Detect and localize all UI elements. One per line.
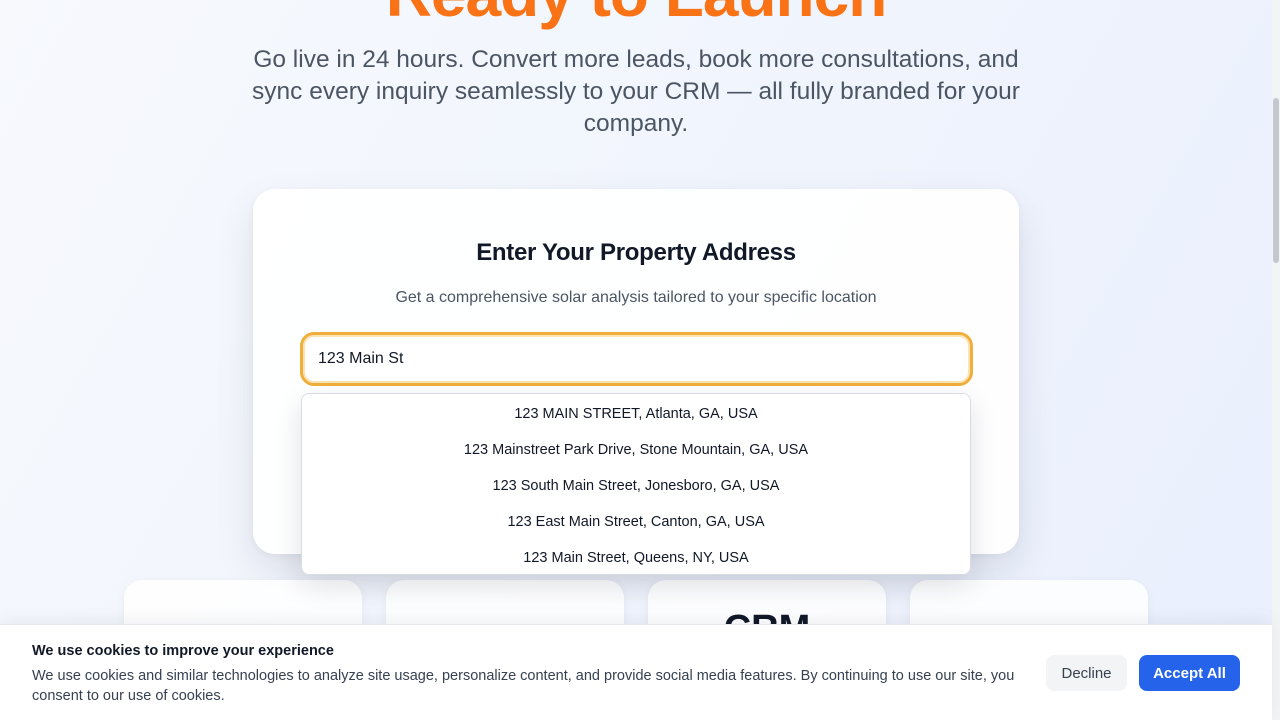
page-scrollbar[interactable] [1272,0,1280,720]
cookie-banner-title: We use cookies to improve your experienc… [32,643,334,659]
address-suggestions-dropdown: 123 MAIN STREET, Atlanta, GA, USA 123 Ma… [301,393,971,575]
suggestion-item[interactable]: 123 Mainstreet Park Drive, Stone Mountai… [302,432,970,468]
hero-title: Ready to Launch [0,0,1272,26]
address-input[interactable] [300,332,973,386]
address-card-title: Enter Your Property Address [476,239,796,266]
suggestion-item[interactable]: 123 South Main Street, Jonesboro, GA, US… [302,468,970,504]
decline-cookies-button[interactable]: Decline [1046,655,1127,691]
hero-subtitle: Go live in 24 hours. Convert more leads,… [252,46,1020,137]
suggestion-item[interactable]: 123 East Main Street, Canton, GA, USA [302,504,970,540]
cookie-banner: We use cookies to improve your experienc… [0,624,1272,720]
address-card-subtitle: Get a comprehensive solar analysis tailo… [395,289,877,306]
suggestion-item[interactable]: 123 Main Street, Queens, NY, USA [302,540,970,576]
suggestion-item[interactable]: 123 MAIN STREET, Atlanta, GA, USA [302,396,970,432]
cookie-banner-text: We use cookies and similar technologies … [32,668,1015,704]
scrollbar-thumb[interactable] [1273,98,1279,263]
accept-all-cookies-button[interactable]: Accept All [1139,655,1240,691]
